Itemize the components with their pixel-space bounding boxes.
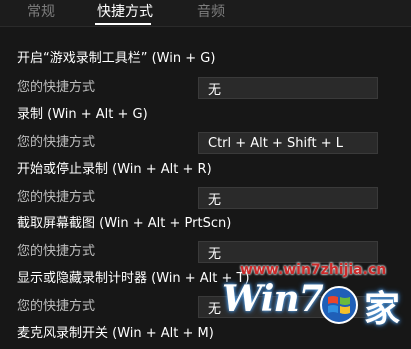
shortcut-field-label: 您的快捷方式 <box>17 135 96 150</box>
shortcut-field-label: 您的快捷方式 <box>17 244 96 259</box>
tab-divider <box>0 26 411 27</box>
shortcut-input-screenshot[interactable] <box>198 241 378 263</box>
shortcut-field-label: 您的快捷方式 <box>17 299 96 314</box>
tab-shortcuts[interactable]: 快捷方式 <box>97 3 153 21</box>
shortcut-title-start-stop-recording: 开始或停止录制 (Win + Alt + R) <box>17 162 212 177</box>
shortcut-title-record: 录制 (Win + Alt + G) <box>17 107 148 122</box>
shortcut-input-recording-timer[interactable] <box>198 296 378 318</box>
tab-general[interactable]: 常规 <box>27 3 55 21</box>
shortcut-title-screenshot: 截取屏幕截图 (Win + Alt + PrtScn) <box>17 216 232 231</box>
settings-tab-bar: 常规 快捷方式 音频 <box>0 0 411 26</box>
shortcut-title-microphone-toggle: 麦克风录制开关 (Win + Alt + M) <box>17 326 214 341</box>
active-tab-indicator <box>95 23 151 25</box>
shortcut-title-open-game-bar: 开启“游戏录制工具栏” (Win + G) <box>17 51 216 66</box>
shortcut-input-record[interactable] <box>198 132 378 154</box>
shortcut-input-open-game-bar[interactable] <box>198 77 378 99</box>
tab-audio[interactable]: 音频 <box>197 3 225 21</box>
shortcut-field-label: 您的快捷方式 <box>17 80 96 95</box>
watermark-url: www.win7zhijia.cn <box>240 262 387 278</box>
shortcut-field-label: 您的快捷方式 <box>17 190 96 205</box>
shortcut-title-recording-timer: 显示或隐藏录制计时器 (Win + Alt + T) <box>17 271 250 286</box>
shortcut-input-start-stop-recording[interactable] <box>198 187 378 209</box>
game-bar-settings-window: 常规 快捷方式 音频 开启“游戏录制工具栏” (Win + G) 您的快捷方式 … <box>0 0 411 349</box>
